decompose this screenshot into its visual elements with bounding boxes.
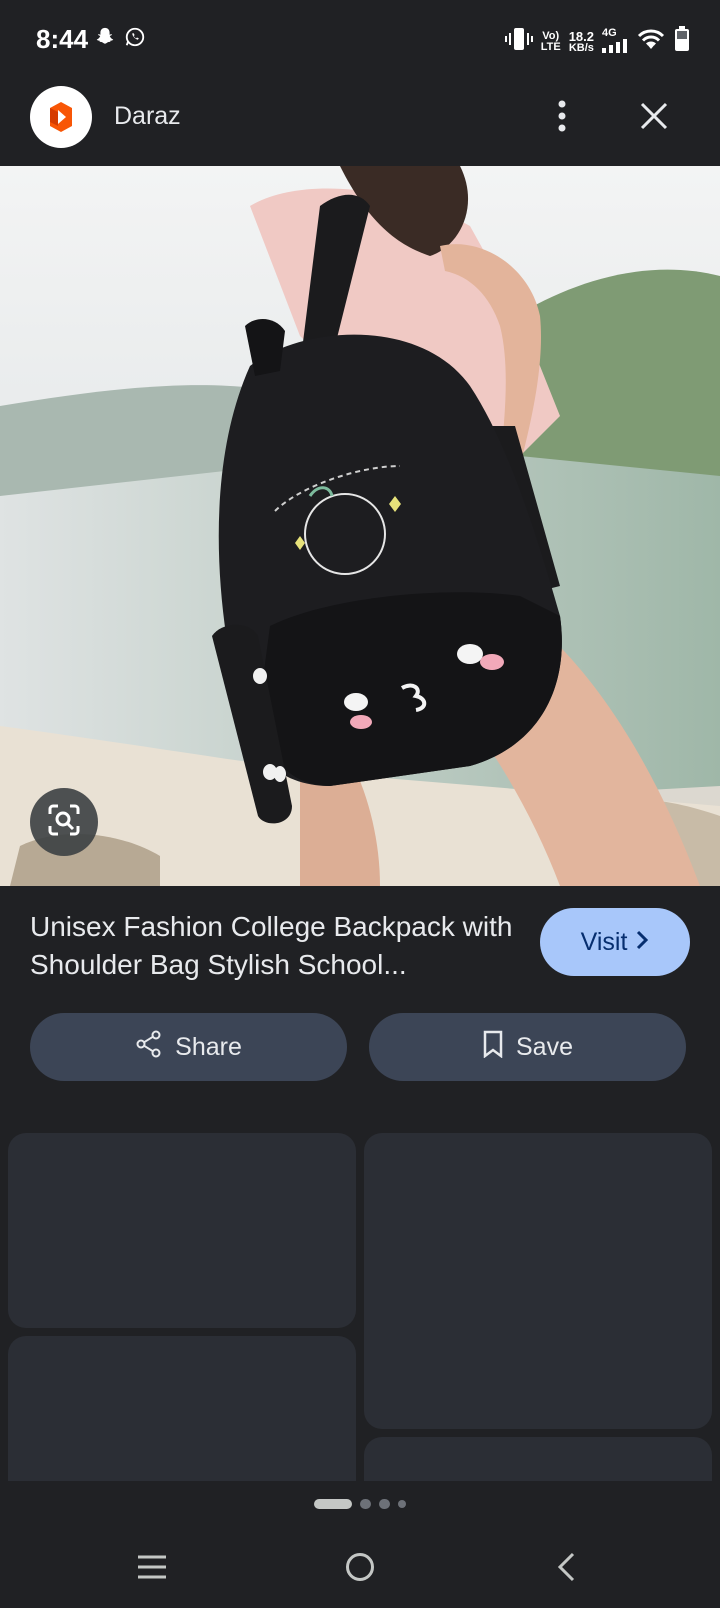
- vibrate-icon: [504, 26, 533, 57]
- related-card-placeholder[interactable]: [8, 1133, 356, 1328]
- close-button[interactable]: [632, 96, 676, 140]
- network-speed: 18.2 KB/s: [568, 28, 594, 54]
- save-button[interactable]: Save: [369, 1013, 686, 1081]
- status-time: 8:44: [36, 24, 89, 54]
- page-dot: [398, 1500, 406, 1508]
- lens-search-icon: [46, 802, 82, 843]
- visit-button[interactable]: Visit: [540, 908, 690, 976]
- share-icon: [135, 1030, 163, 1065]
- battery-icon: [674, 26, 690, 57]
- menu-icon: [137, 1554, 167, 1585]
- back-icon: [556, 1552, 576, 1587]
- page-indicator: [0, 1494, 720, 1514]
- back-button[interactable]: [536, 1544, 596, 1594]
- more-options-button[interactable]: [544, 96, 580, 140]
- wifi-icon: [636, 27, 666, 56]
- recent-apps-button[interactable]: [122, 1544, 182, 1594]
- product-title: Unisex Fashion College Backpack with Sho…: [30, 911, 513, 980]
- volte-indicator: Vo) LTE: [540, 29, 561, 53]
- signal-indicator: 4G: [602, 27, 628, 56]
- page-dot: [360, 1499, 371, 1509]
- page-dot: [379, 1499, 390, 1509]
- snapchat-icon: [94, 26, 116, 53]
- status-bar: 8:44 Vo) LTE 18.2 KB/s 4G: [0, 0, 720, 80]
- google-lens-button[interactable]: [30, 788, 98, 856]
- daraz-logo-icon: [30, 86, 92, 148]
- save-label: Save: [516, 1032, 573, 1061]
- visit-label: Visit: [580, 927, 628, 956]
- share-label: Share: [175, 1032, 242, 1061]
- chevron-right-icon: [635, 928, 649, 957]
- system-nav-bar: [0, 1530, 720, 1608]
- page-dot-active: [314, 1499, 352, 1509]
- home-icon: [345, 1552, 375, 1587]
- site-header: Daraz: [0, 80, 720, 166]
- related-card-placeholder[interactable]: [364, 1437, 712, 1481]
- bookmark-icon: [482, 1030, 504, 1065]
- close-icon: [640, 102, 668, 135]
- more-vert-icon: [558, 100, 566, 137]
- signal-icon: [602, 38, 628, 56]
- related-card-placeholder[interactable]: [364, 1133, 712, 1429]
- site-name[interactable]: Daraz: [114, 102, 181, 131]
- product-image[interactable]: [0, 166, 720, 886]
- share-button[interactable]: Share: [30, 1013, 347, 1081]
- home-button[interactable]: [330, 1544, 390, 1594]
- whatsapp-icon: [124, 26, 146, 53]
- related-card-placeholder[interactable]: [8, 1336, 356, 1481]
